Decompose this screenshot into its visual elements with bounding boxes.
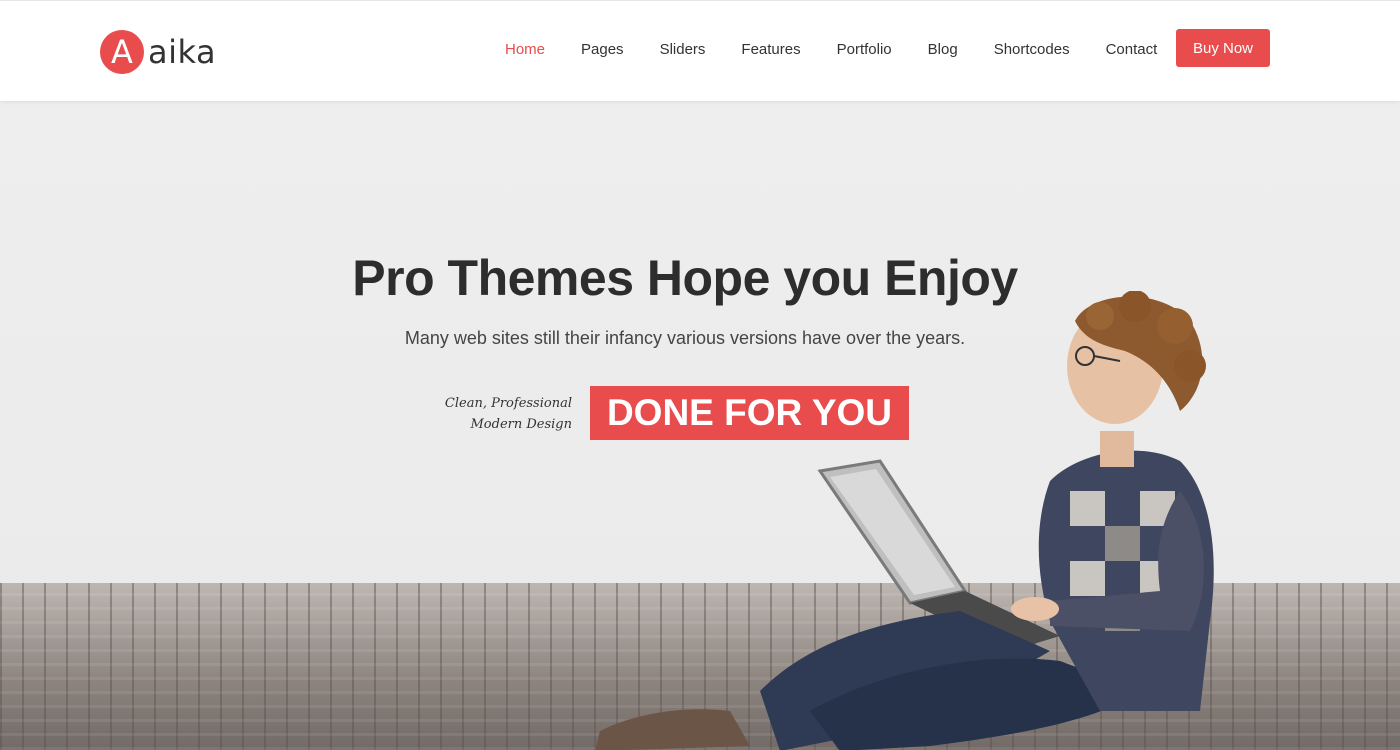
nav-item-features[interactable]: Features	[723, 39, 818, 61]
hero-subtitle: Many web sites still their infancy vario…	[404, 328, 966, 348]
tagline-line-2: Modern Design	[470, 417, 572, 432]
done-for-you-banner: DONE FOR YOU	[590, 386, 909, 440]
tagline-line-1: Clean, Professional	[444, 396, 572, 411]
nav-item-blog[interactable]: Blog	[910, 39, 976, 61]
main-nav: Home Pages Sliders Features Portfolio Bl…	[487, 39, 1175, 61]
logo-text: aika	[148, 33, 217, 71]
hero-section: Pro Themes Hope you Enjoy Many web sites…	[0, 101, 1400, 750]
hero-title: Pro Themes Hope you Enjoy	[352, 250, 1018, 306]
buy-now-button[interactable]: Buy Now	[1176, 29, 1270, 67]
nav-item-portfolio[interactable]: Portfolio	[819, 39, 910, 61]
nav-item-pages[interactable]: Pages	[563, 39, 642, 61]
nav-item-contact[interactable]: Contact	[1088, 39, 1176, 61]
logo-mark-icon: A	[100, 30, 144, 74]
site-logo[interactable]: A aika	[100, 30, 216, 74]
nav-item-sliders[interactable]: Sliders	[642, 39, 724, 61]
nav-item-home[interactable]: Home	[487, 39, 563, 61]
person-with-laptop-icon	[595, 291, 1214, 750]
site-header: A aika Home Pages Sliders Features Portf…	[0, 0, 1400, 101]
nav-item-shortcodes[interactable]: Shortcodes	[976, 39, 1088, 61]
hero-tagline: Clean, Professional Modern Design	[430, 393, 572, 435]
